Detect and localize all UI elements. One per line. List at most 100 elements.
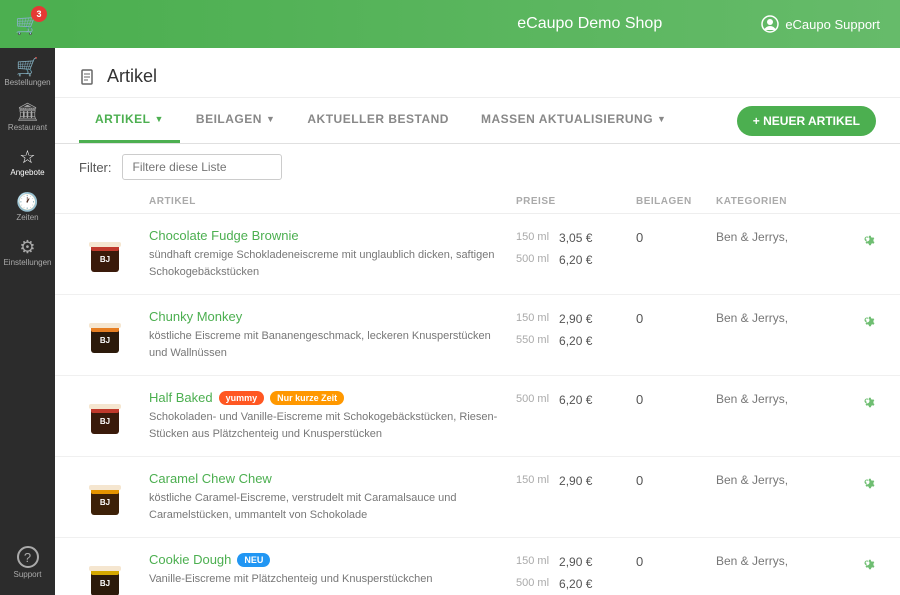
app-header: eCaupo Demo Shop eCaupo Support	[55, 0, 900, 48]
app-title: eCaupo Demo Shop	[418, 15, 761, 33]
article-prices-cookie-dough: 150 ml 2,90 € 500 ml 6,20 €	[516, 552, 636, 595]
svg-text:BJ: BJ	[100, 417, 110, 426]
sidebar-item-einstellungen[interactable]: ⚙ Einstellungen	[0, 228, 55, 273]
article-prices-half-baked: 500 ml 6,20 €	[516, 390, 636, 412]
tab-bestand[interactable]: AKTUELLER BESTAND	[291, 98, 465, 143]
sidebar-label-angebote: Angebote	[10, 169, 44, 177]
svg-text:BJ: BJ	[100, 336, 110, 345]
article-info-half-baked: Half Baked yummyNur kurze Zeit Schokolad…	[149, 390, 516, 442]
svg-text:BJ: BJ	[100, 498, 110, 507]
article-settings-cell-caramel-chew	[836, 471, 876, 496]
article-desc-half-baked: Schokoladen- und Vanille-Eiscreme mit Sc…	[149, 409, 506, 442]
article-name-cookie-dough[interactable]: Cookie Dough NEU	[149, 552, 506, 567]
col-kategorien: KATEGORIEN	[716, 196, 836, 207]
article-beilagen-choc-fudge: 0	[636, 228, 716, 245]
article-prices-choc-fudge: 150 ml 3,05 € 500 ml 6,20 €	[516, 228, 636, 271]
tab-artikel[interactable]: ARTIKEL ▼	[79, 98, 180, 143]
sidebar-item-zeiten[interactable]: 🕐 Zeiten	[0, 183, 55, 228]
article-info-chunky-monkey: Chunky Monkey köstliche Eiscreme mit Ban…	[149, 309, 516, 361]
price-line: 500 ml 6,20 €	[516, 250, 636, 272]
article-desc-caramel-chew: köstliche Caramel-Eiscreme, verstrudelt …	[149, 490, 506, 523]
tabs-row: ARTIKEL ▼ BEILAGEN ▼ AKTUELLER BESTAND M…	[55, 98, 900, 144]
user-icon	[761, 15, 779, 33]
article-settings-btn-caramel-chew[interactable]	[858, 473, 876, 496]
article-image-chunky-monkey: BJ	[79, 309, 131, 361]
article-kategorien-caramel-chew: Ben & Jerrys,	[716, 471, 836, 487]
table-header: ARTIKEL PREISE BEILAGEN KATEGORIEN	[55, 190, 900, 214]
support-icon: ?	[17, 546, 39, 568]
col-beilagen: BEILAGEN	[636, 196, 716, 207]
article-kategorien-half-baked: Ben & Jerrys,	[716, 390, 836, 406]
sidebar-label-zeiten: Zeiten	[16, 214, 38, 222]
article-kategorien-cookie-dough: Ben & Jerrys,	[716, 552, 836, 568]
article-info-choc-fudge: Chocolate Fudge Brownie sündhaft cremige…	[149, 228, 516, 280]
article-name-chunky-monkey[interactable]: Chunky Monkey	[149, 309, 506, 324]
article-name-half-baked[interactable]: Half Baked yummyNur kurze Zeit	[149, 390, 506, 405]
price-line: 150 ml 2,90 €	[516, 471, 636, 493]
svg-text:BJ: BJ	[100, 579, 110, 588]
sidebar-item-support[interactable]: ? Support	[0, 536, 55, 585]
sidebar: 🛒 3 🛒 Bestellungen 🏛 Restaurant ☆ Angebo…	[0, 0, 55, 595]
tabs: ARTIKEL ▼ BEILAGEN ▼ AKTUELLER BESTAND M…	[79, 98, 682, 143]
article-settings-cell-half-baked	[836, 390, 876, 415]
new-article-button[interactable]: + NEUER ARTIKEL	[737, 106, 876, 136]
article-info-caramel-chew: Caramel Chew Chew köstliche Caramel-Eisc…	[149, 471, 516, 523]
badge-yummy: yummy	[219, 391, 265, 405]
sidebar-item-angebote[interactable]: ☆ Angebote	[0, 138, 55, 183]
articles-list: BJ Chocolate Fudge Brownie sündhaft crem…	[55, 214, 900, 595]
page-header: Artikel	[55, 48, 900, 98]
tab-massen-arrow: ▼	[657, 114, 666, 124]
filter-row: Filter:	[55, 144, 900, 190]
zeiten-icon: 🕐	[16, 193, 38, 211]
tab-artikel-arrow: ▼	[155, 114, 164, 124]
artikel-icon	[79, 68, 97, 86]
restaurant-icon: 🏛	[16, 103, 39, 121]
filter-input[interactable]	[122, 154, 282, 180]
article-image-caramel-chew: BJ	[79, 471, 131, 523]
badge-neu: NEU	[237, 553, 270, 567]
article-name-caramel-chew[interactable]: Caramel Chew Chew	[149, 471, 506, 486]
article-desc-cookie-dough: Vanille-Eiscreme mit Plätzchenteig und K…	[149, 571, 506, 588]
sidebar-label-support: Support	[13, 571, 41, 579]
col-artikel: ARTIKEL	[149, 196, 516, 207]
page-title: Artikel	[107, 66, 157, 87]
article-settings-btn-choc-fudge[interactable]	[858, 230, 876, 253]
price-line: 500 ml 6,20 €	[516, 390, 636, 412]
sidebar-label-restaurant: Restaurant	[8, 124, 47, 132]
tab-massen[interactable]: MASSEN AKTUALISIERUNG ▼	[465, 98, 682, 143]
price-line: 550 ml 6,20 €	[516, 331, 636, 353]
article-settings-btn-half-baked[interactable]	[858, 392, 876, 415]
price-line: 150 ml 2,90 €	[516, 309, 636, 331]
article-prices-caramel-chew: 150 ml 2,90 €	[516, 471, 636, 493]
article-settings-cell-chunky-monkey	[836, 309, 876, 334]
article-row-half-baked: BJ Half Baked yummyNur kurze Zeit Schoko…	[55, 376, 900, 457]
article-image-half-baked: BJ	[79, 390, 131, 442]
angebote-icon: ☆	[19, 148, 35, 166]
sidebar-item-restaurant[interactable]: 🏛 Restaurant	[0, 93, 55, 138]
article-prices-chunky-monkey: 150 ml 2,90 € 550 ml 6,20 €	[516, 309, 636, 352]
sidebar-label-einstellungen: Einstellungen	[3, 259, 51, 267]
svg-text:BJ: BJ	[100, 255, 110, 264]
sidebar-item-bestellungen[interactable]: 🛒 Bestellungen	[0, 48, 55, 93]
article-desc-chunky-monkey: köstliche Eiscreme mit Bananengeschmack,…	[149, 328, 506, 361]
article-image-cookie-dough: BJ	[79, 552, 131, 595]
sidebar-label-bestellungen: Bestellungen	[4, 79, 50, 87]
article-beilagen-chunky-monkey: 0	[636, 309, 716, 326]
einstellungen-icon: ⚙	[19, 238, 35, 256]
article-settings-btn-cookie-dough[interactable]	[858, 554, 876, 577]
price-line: 150 ml 3,05 €	[516, 228, 636, 250]
bestellungen-nav-icon: 🛒	[16, 58, 38, 76]
tab-beilagen[interactable]: BEILAGEN ▼	[180, 98, 291, 143]
article-row-choc-fudge: BJ Chocolate Fudge Brownie sündhaft crem…	[55, 214, 900, 295]
article-name-choc-fudge[interactable]: Chocolate Fudge Brownie	[149, 228, 506, 243]
article-settings-cell-choc-fudge	[836, 228, 876, 253]
sidebar-top: 🛒 3	[0, 0, 55, 48]
article-settings-btn-chunky-monkey[interactable]	[858, 311, 876, 334]
article-image-choc-fudge: BJ	[79, 228, 131, 280]
price-line: 500 ml 6,20 €	[516, 574, 636, 595]
col-img	[79, 196, 149, 207]
article-row-cookie-dough: BJ Cookie Dough NEU Vanille-Eiscreme mit…	[55, 538, 900, 595]
article-row-caramel-chew: BJ Caramel Chew Chew köstliche Caramel-E…	[55, 457, 900, 538]
user-label: eCaupo Support	[785, 17, 880, 32]
article-beilagen-cookie-dough: 0	[636, 552, 716, 569]
